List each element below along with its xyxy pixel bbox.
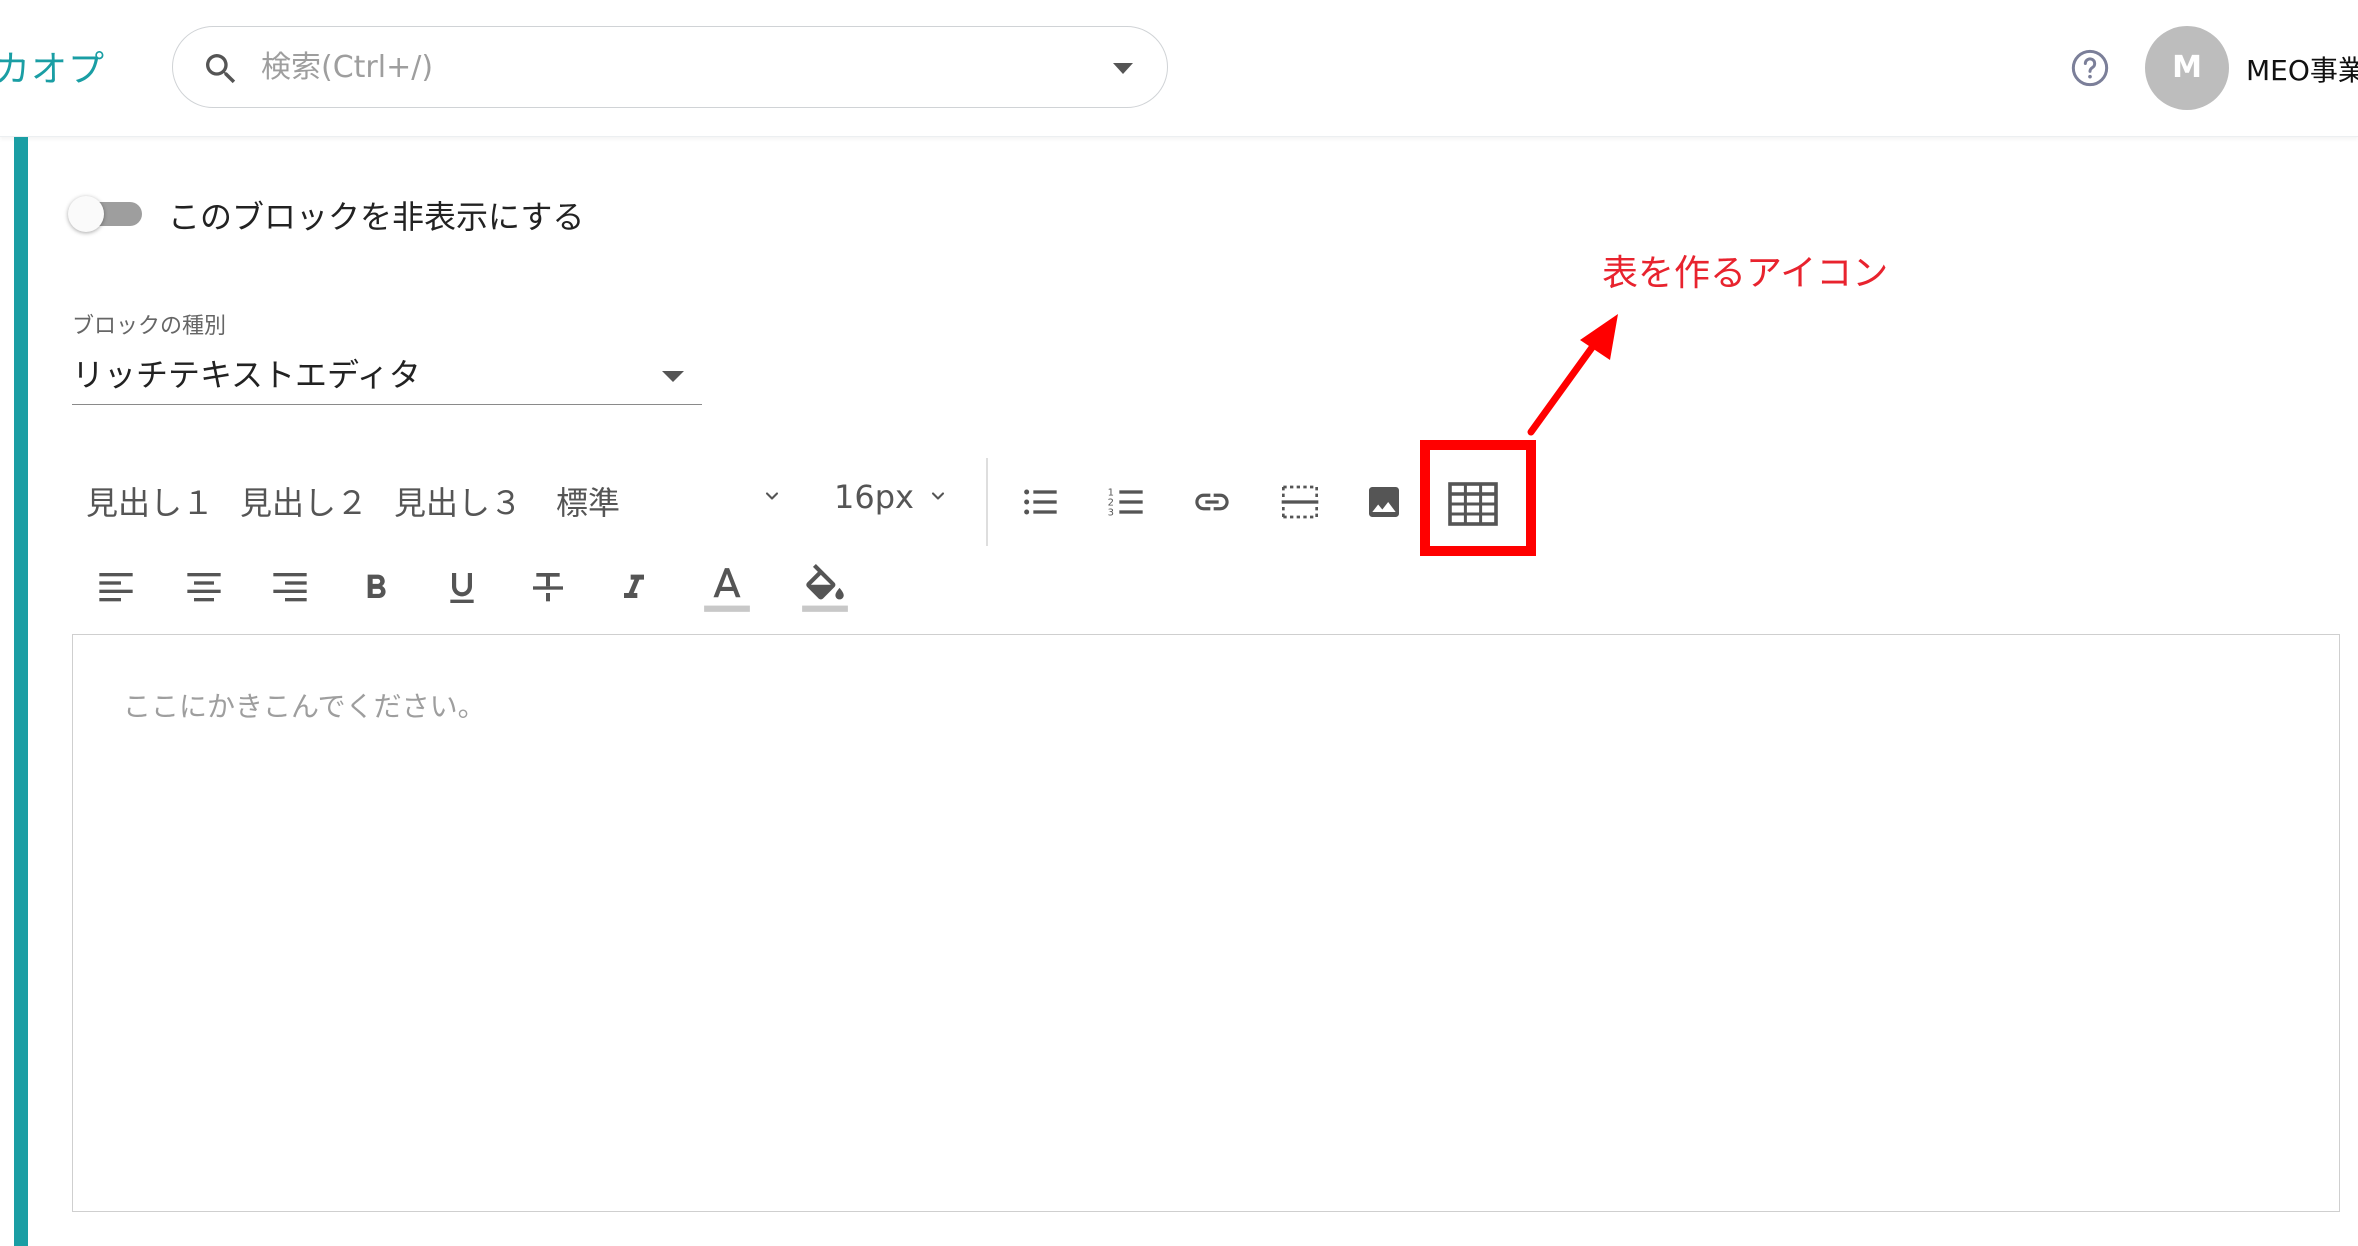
align-left-icon[interactable] <box>96 568 136 608</box>
italic-icon[interactable] <box>614 568 654 608</box>
paragraph-style-select[interactable]: 標準 <box>556 478 620 524</box>
font-size-select[interactable]: 16px <box>834 478 914 516</box>
search-input[interactable] <box>261 27 1041 107</box>
text-color-icon[interactable] <box>702 564 752 616</box>
heading2-button[interactable]: 見出し２ <box>240 478 368 524</box>
toggle-knob <box>68 196 104 232</box>
hide-block-toggle[interactable] <box>68 196 144 232</box>
numbered-list-icon[interactable]: 1 2 3 <box>1106 482 1146 522</box>
editor-placeholder: ここにかきこんでください。 <box>123 690 486 723</box>
annotation-label: 表を作るアイコン <box>1602 253 1889 294</box>
search-box[interactable] <box>172 26 1168 108</box>
image-icon[interactable] <box>1364 482 1404 522</box>
bulleted-list-icon[interactable] <box>1020 482 1060 522</box>
block-type-select[interactable]: リッチテキストエディタ <box>72 342 702 405</box>
rich-text-editor-area[interactable]: ここにかきこんでください。 <box>72 634 2340 1212</box>
background-color-icon[interactable] <box>800 564 850 616</box>
top-bar: カオプ M MEO事業 <box>0 0 2358 137</box>
bold-icon[interactable] <box>356 568 396 608</box>
page-break-icon[interactable] <box>1280 482 1320 522</box>
heading3-button[interactable]: 見出し３ <box>394 478 522 524</box>
svg-text:3: 3 <box>1108 507 1114 518</box>
brand-logo-text[interactable]: カオプ <box>0 40 105 92</box>
strikethrough-icon[interactable] <box>528 568 568 608</box>
help-circle-icon[interactable] <box>2070 48 2110 88</box>
align-right-icon[interactable] <box>270 568 310 608</box>
block-type-value: リッチテキストエディタ <box>72 356 421 394</box>
table-icon[interactable] <box>1448 482 1498 526</box>
user-name[interactable]: MEO事業 <box>2246 49 2358 89</box>
block-accent-bar <box>14 137 28 1246</box>
hide-block-toggle-label: このブロックを非表示にする <box>168 198 585 236</box>
link-icon[interactable] <box>1192 482 1232 522</box>
block-type-label: ブロックの種別 <box>72 314 227 339</box>
paragraph-style-chevron-down-icon[interactable] <box>762 486 782 506</box>
search-icon <box>206 54 236 84</box>
select-caret-icon <box>662 371 684 382</box>
heading1-button[interactable]: 見出し１ <box>86 478 214 524</box>
toolbar-divider <box>986 458 988 546</box>
user-avatar[interactable]: M <box>2145 26 2229 110</box>
font-size-chevron-down-icon[interactable] <box>928 486 948 506</box>
underline-icon[interactable] <box>442 568 482 608</box>
annotation-arrow-icon <box>1527 314 1618 436</box>
align-center-icon[interactable] <box>184 568 224 608</box>
search-dropdown-caret-icon[interactable] <box>1113 63 1133 74</box>
